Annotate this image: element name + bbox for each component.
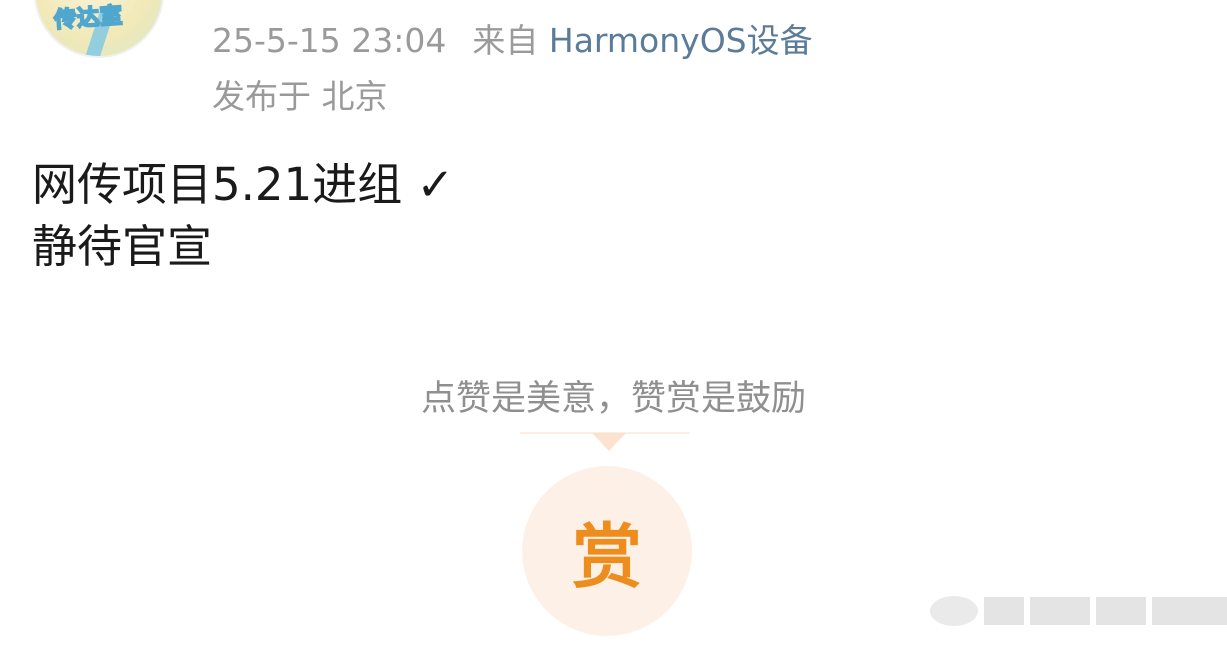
post-timestamp: 25-5-15 23:04 xyxy=(212,21,447,60)
post-content-line: 网传项目5.21进组 ✓ xyxy=(32,158,455,211)
watermark-logo-icon xyxy=(930,596,978,626)
post-source-prefix: 来自 xyxy=(472,21,539,60)
post-content: 网传项目5.21进组 ✓ 静待官宣 xyxy=(32,154,454,278)
reward-caret-icon xyxy=(592,433,626,451)
reward-prompt: 点赞是美意，赞赏是鼓励 xyxy=(420,379,806,419)
avatar[interactable]: 传达室 xyxy=(34,0,164,58)
reward-button[interactable]: 赏 xyxy=(522,466,692,636)
watermark-glyph xyxy=(1152,597,1227,625)
reward-icon: 赏 xyxy=(572,515,642,598)
watermark-glyph xyxy=(984,597,1024,625)
watermark-glyph xyxy=(1030,597,1090,625)
avatar-label: 传达室 xyxy=(52,3,125,35)
post-source-device-link[interactable]: HarmonyOS设备 xyxy=(549,21,813,60)
platform-watermark-icon xyxy=(930,596,1227,626)
post-meta: 25-5-15 23:04 来自 HarmonyOS设备 xyxy=(212,14,813,62)
post-location: 发布于 北京 xyxy=(212,77,388,116)
post-content-line: 静待官宣 xyxy=(32,220,213,273)
watermark-glyph xyxy=(1096,597,1146,625)
